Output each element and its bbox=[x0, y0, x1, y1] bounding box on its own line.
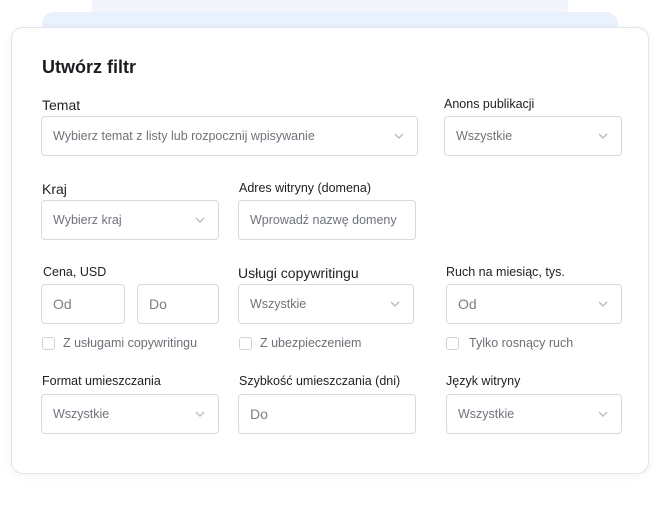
announcement-label: Anons publikacji bbox=[444, 97, 535, 111]
copywriting-value: Wszystkie bbox=[250, 297, 307, 311]
topic-placeholder: Wybierz temat z listy lub rozpocznij wpi… bbox=[53, 129, 315, 143]
site-language-label: Język witryny bbox=[446, 374, 521, 388]
site-address-input[interactable]: Wprowadź nazwę domeny bbox=[238, 200, 416, 240]
growing-traffic-checkbox[interactable]: Tylko rosnący ruch bbox=[446, 336, 573, 350]
chevron-down-icon bbox=[597, 409, 609, 419]
placement-format-label: Format umieszczania bbox=[42, 374, 161, 388]
price-to-placeholder: Do bbox=[149, 296, 167, 312]
placement-speed-label: Szybkość umieszczania (dni) bbox=[239, 374, 401, 388]
placement-format-select[interactable]: Wszystkie bbox=[41, 394, 219, 434]
price-label: Cena, USD bbox=[43, 265, 107, 279]
chevron-down-icon bbox=[389, 299, 401, 309]
growing-traffic-label: Tylko rosnący ruch bbox=[469, 336, 574, 350]
chevron-down-icon bbox=[597, 299, 609, 309]
chevron-down-icon bbox=[194, 409, 206, 419]
placement-speed-placeholder: Do bbox=[250, 406, 268, 422]
site-address-label: Adres witryny (domena) bbox=[239, 181, 371, 195]
site-language-select[interactable]: Wszystkie bbox=[446, 394, 622, 434]
country-select[interactable]: Wybierz kraj bbox=[41, 200, 219, 240]
traffic-placeholder: Od bbox=[458, 296, 477, 312]
placement-format-value: Wszystkie bbox=[53, 407, 110, 421]
price-to-input[interactable]: Do bbox=[137, 284, 219, 324]
checkbox-icon bbox=[42, 336, 55, 350]
price-from-input[interactable]: Od bbox=[41, 284, 125, 324]
price-from-placeholder: Od bbox=[53, 296, 72, 312]
announcement-value: Wszystkie bbox=[456, 129, 513, 143]
chevron-down-icon bbox=[194, 215, 206, 225]
copywriting-label: Usługi copywritingu bbox=[238, 265, 359, 281]
insured-label: Z ubezpieczeniem bbox=[260, 336, 362, 350]
topic-select[interactable]: Wybierz temat z listy lub rozpocznij wpi… bbox=[41, 116, 418, 156]
insured-checkbox[interactable]: Z ubezpieczeniem bbox=[239, 336, 361, 350]
country-label: Kraj bbox=[42, 181, 67, 197]
country-placeholder: Wybierz kraj bbox=[53, 213, 122, 227]
chevron-down-icon bbox=[393, 131, 405, 141]
with-copywriting-checkbox[interactable]: Z usługami copywritingu bbox=[42, 336, 197, 350]
checkbox-icon bbox=[446, 336, 459, 350]
create-filter-card: Utwórz filtr Temat Wybierz temat z listy… bbox=[11, 27, 649, 474]
chevron-down-icon bbox=[597, 131, 609, 141]
checkbox-icon bbox=[239, 336, 252, 350]
placement-speed-input[interactable]: Do bbox=[238, 394, 416, 434]
form-title: Utwórz filtr bbox=[42, 57, 136, 77]
site-address-placeholder: Wprowadź nazwę domeny bbox=[250, 213, 397, 227]
announcement-select[interactable]: Wszystkie bbox=[444, 116, 622, 156]
topic-label: Temat bbox=[42, 97, 81, 113]
copywriting-select[interactable]: Wszystkie bbox=[238, 284, 414, 324]
with-copywriting-label: Z usługami copywritingu bbox=[63, 336, 198, 350]
traffic-label: Ruch na miesiąc, tys. bbox=[446, 265, 565, 279]
traffic-select[interactable]: Od bbox=[446, 284, 622, 324]
site-language-value: Wszystkie bbox=[458, 407, 515, 421]
